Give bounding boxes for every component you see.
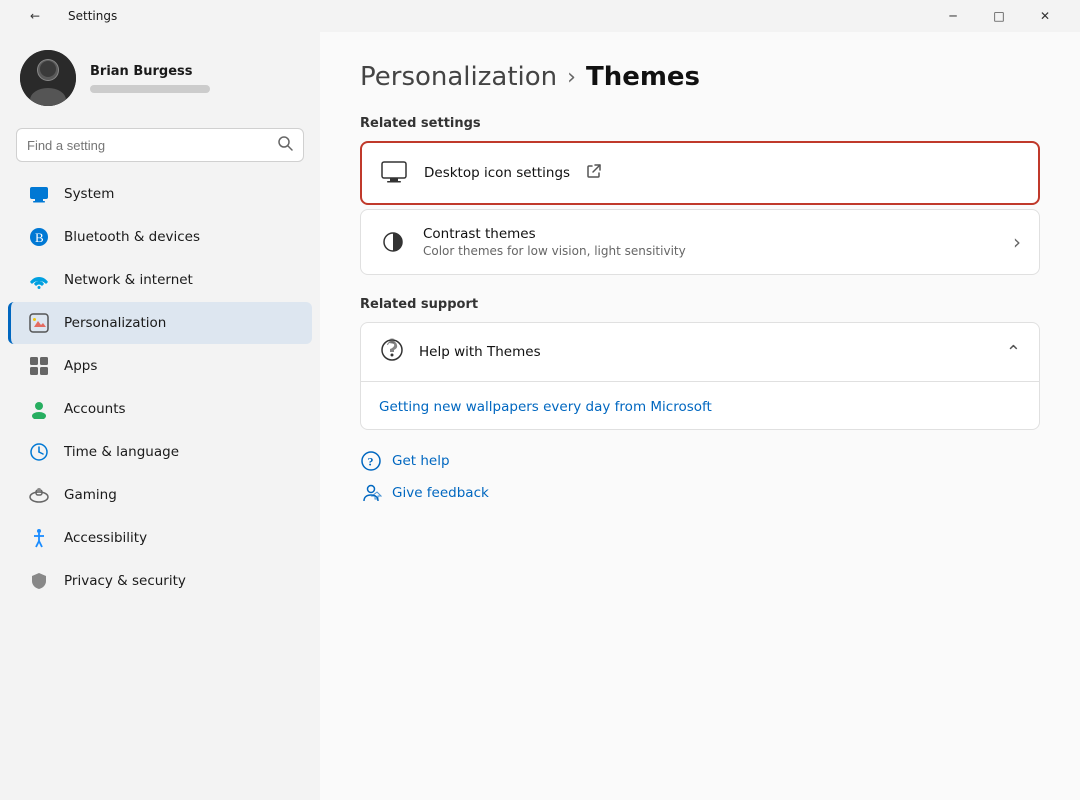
support-box: Help with Themes ⌃ Getting new wallpaper… bbox=[360, 322, 1040, 430]
bluetooth-icon: B bbox=[28, 226, 50, 248]
app-container: Brian Burgess bbox=[0, 32, 1080, 800]
user-info: Brian Burgess bbox=[90, 64, 210, 93]
breadcrumb-current: Themes bbox=[586, 62, 700, 92]
search-icon bbox=[277, 135, 293, 155]
privacy-icon bbox=[28, 570, 50, 592]
get-help-item[interactable]: ? Get help bbox=[360, 450, 1040, 472]
breadcrumb-parent: Personalization bbox=[360, 62, 557, 92]
desktop-icon-settings-item[interactable]: Desktop icon settings bbox=[360, 141, 1040, 205]
contrast-themes-title: Contrast themes bbox=[423, 226, 997, 242]
support-body: Getting new wallpapers every day from Mi… bbox=[361, 382, 1039, 429]
sidebar-item-personalization[interactable]: Personalization bbox=[8, 302, 312, 344]
chevron-right-icon bbox=[1013, 230, 1021, 254]
sidebar-item-accounts[interactable]: Accounts bbox=[8, 388, 312, 430]
sidebar-item-gaming[interactable]: Gaming bbox=[8, 474, 312, 516]
support-header[interactable]: Help with Themes ⌃ bbox=[361, 323, 1039, 382]
apps-label: Apps bbox=[64, 358, 97, 374]
main-content: Personalization › Themes Related setting… bbox=[320, 32, 1080, 800]
give-feedback-label: Give feedback bbox=[392, 485, 489, 501]
accessibility-icon bbox=[28, 527, 50, 549]
contrast-themes-text: Contrast themes Color themes for low vis… bbox=[423, 226, 997, 258]
titlebar: ← Settings ─ □ ✕ bbox=[0, 0, 1080, 32]
related-support-label: Related support bbox=[360, 297, 1040, 312]
sidebar-item-privacy[interactable]: Privacy & security bbox=[8, 560, 312, 602]
svg-text:B: B bbox=[35, 230, 44, 245]
sidebar: Brian Burgess bbox=[0, 32, 320, 800]
sidebar-item-apps[interactable]: Apps bbox=[8, 345, 312, 387]
user-profile[interactable]: Brian Burgess bbox=[0, 32, 320, 124]
gaming-icon bbox=[28, 484, 50, 506]
chevron-up-icon: ⌃ bbox=[1006, 342, 1021, 363]
give-feedback-icon bbox=[360, 482, 382, 504]
sidebar-item-accessibility[interactable]: Accessibility bbox=[8, 517, 312, 559]
search-box[interactable] bbox=[16, 128, 304, 162]
support-header-title: Help with Themes bbox=[419, 344, 992, 360]
network-label: Network & internet bbox=[64, 272, 193, 288]
sidebar-item-bluetooth[interactable]: B Bluetooth & devices bbox=[8, 216, 312, 258]
svg-text:?: ? bbox=[368, 455, 374, 469]
system-label: System bbox=[64, 186, 114, 202]
give-feedback-item[interactable]: Give feedback bbox=[360, 482, 1040, 504]
sidebar-item-time[interactable]: Time & language bbox=[8, 431, 312, 473]
apps-icon bbox=[28, 355, 50, 377]
network-icon bbox=[28, 269, 50, 291]
help-icon bbox=[379, 337, 405, 367]
back-button[interactable]: ← bbox=[12, 0, 58, 32]
personalization-label: Personalization bbox=[64, 315, 166, 331]
contrast-themes-item[interactable]: Contrast themes Color themes for low vis… bbox=[360, 209, 1040, 275]
bottom-links: ? Get help Give feedback bbox=[360, 450, 1040, 504]
contrast-icon bbox=[379, 228, 407, 256]
monitor-icon bbox=[380, 159, 408, 187]
close-button[interactable]: ✕ bbox=[1022, 0, 1068, 32]
external-link-icon bbox=[586, 163, 602, 183]
gaming-label: Gaming bbox=[64, 487, 117, 503]
maximize-button[interactable]: □ bbox=[976, 0, 1022, 32]
app-title: Settings bbox=[68, 9, 117, 23]
titlebar-left: ← Settings bbox=[12, 0, 117, 32]
contrast-themes-subtitle: Color themes for low vision, light sensi… bbox=[423, 244, 997, 258]
search-input[interactable] bbox=[27, 138, 269, 153]
get-help-icon: ? bbox=[360, 450, 382, 472]
accessibility-label: Accessibility bbox=[64, 530, 147, 546]
support-link[interactable]: Getting new wallpapers every day from Mi… bbox=[379, 399, 712, 415]
nav-list: System B Bluetooth & devices bbox=[0, 172, 320, 603]
accounts-icon bbox=[28, 398, 50, 420]
window-controls: ─ □ ✕ bbox=[930, 0, 1068, 32]
breadcrumb-separator: › bbox=[567, 65, 576, 90]
user-status-bar bbox=[90, 85, 210, 93]
time-label: Time & language bbox=[64, 444, 179, 460]
privacy-label: Privacy & security bbox=[64, 573, 186, 589]
related-settings-label: Related settings bbox=[360, 116, 1040, 131]
accounts-label: Accounts bbox=[64, 401, 126, 417]
desktop-icon-settings-title: Desktop icon settings bbox=[424, 165, 570, 181]
bluetooth-label: Bluetooth & devices bbox=[64, 229, 200, 245]
breadcrumb: Personalization › Themes bbox=[360, 62, 1040, 92]
user-name: Brian Burgess bbox=[90, 64, 210, 79]
minimize-button[interactable]: ─ bbox=[930, 0, 976, 32]
personalization-icon bbox=[28, 312, 50, 334]
system-icon bbox=[28, 183, 50, 205]
sidebar-item-network[interactable]: Network & internet bbox=[8, 259, 312, 301]
time-icon bbox=[28, 441, 50, 463]
get-help-label: Get help bbox=[392, 453, 450, 469]
sidebar-item-system[interactable]: System bbox=[8, 173, 312, 215]
avatar bbox=[20, 50, 76, 106]
